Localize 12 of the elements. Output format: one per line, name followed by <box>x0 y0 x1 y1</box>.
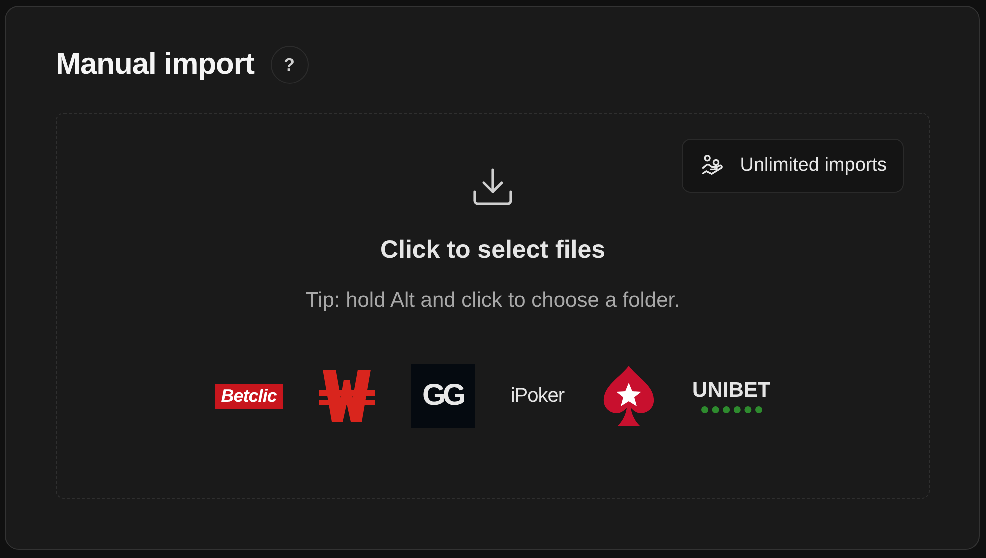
brand-logo: UNIBET <box>692 378 771 402</box>
brand-logo <box>318 368 375 424</box>
dots-icon <box>700 406 763 414</box>
help-button[interactable]: ? <box>270 46 309 84</box>
file-dropzone[interactable]: Unlimited imports Click to select files Tip: hold Alt and click to choose a folder. Betclic GG iPoker UNIBET <box>56 113 930 499</box>
panel-title: Manual import <box>56 48 255 82</box>
brand-logo: iPoker <box>510 384 565 408</box>
badge-label: Unlimited imports <box>740 155 887 177</box>
brand-logo: Betclic <box>215 384 283 408</box>
brand-logo: GG <box>410 364 475 428</box>
dropzone-tip: Tip: hold Alt and click to choose a folder. <box>306 289 680 313</box>
dropzone-heading: Click to select files <box>380 236 606 265</box>
